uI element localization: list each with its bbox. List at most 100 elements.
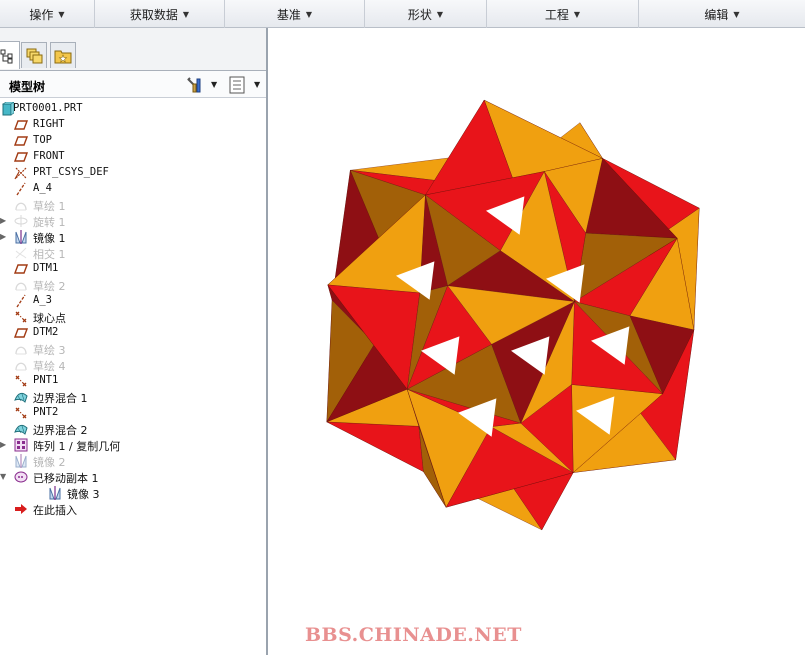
datum-axis-icon bbox=[16, 294, 26, 308]
tree-item-label: PNT1 bbox=[33, 374, 59, 386]
tree-item[interactable]: FRONT bbox=[0, 149, 260, 165]
tree-item[interactable]: DTM1 bbox=[0, 261, 260, 277]
tree-item-label: PRT_CSYS_DEF bbox=[33, 166, 109, 178]
tree-item-label: 草绘 3 bbox=[33, 344, 66, 357]
tree-item[interactable]: PNT2 bbox=[0, 405, 260, 421]
datum-plane-icon bbox=[14, 264, 28, 274]
tree-item-label: 球心点 bbox=[33, 312, 66, 325]
polyhedron-model[interactable] bbox=[270, 28, 805, 655]
datum-point-icon bbox=[15, 311, 27, 323]
tree-item[interactable]: 球心点 bbox=[0, 309, 260, 325]
tree-item-label: 阵列 1 / 复制几何 bbox=[33, 440, 121, 453]
tree-item-label: RIGHT bbox=[33, 118, 65, 130]
datum-plane-icon bbox=[14, 120, 28, 130]
chevron-down-icon: ▼ bbox=[733, 9, 740, 19]
tree-item[interactable]: 相交 1 bbox=[0, 245, 260, 261]
tree-item[interactable]: ▶ 旋转 1 bbox=[0, 213, 260, 229]
tree-item[interactable]: A_4 bbox=[0, 181, 260, 197]
model-facet bbox=[326, 421, 424, 472]
boundary-blend-icon bbox=[14, 392, 28, 403]
tab-layers[interactable] bbox=[21, 42, 47, 68]
datum-point-icon bbox=[15, 375, 27, 387]
tree-item[interactable]: 镜像 2 bbox=[0, 453, 260, 469]
chevron-down-icon[interactable]: ▼ bbox=[211, 80, 217, 89]
tab-favorites[interactable] bbox=[50, 42, 76, 68]
group-shapes-button[interactable]: 形状 ▼ bbox=[365, 0, 487, 28]
tree-item[interactable]: PRT_CSYS_DEF bbox=[0, 165, 260, 181]
chevron-down-icon: ▼ bbox=[305, 9, 313, 19]
chevron-down-icon[interactable]: ▼ bbox=[254, 80, 260, 89]
datum-plane-icon bbox=[14, 152, 28, 162]
sketch-icon bbox=[15, 346, 27, 355]
expand-arrow-icon[interactable]: ▶ bbox=[0, 232, 9, 241]
mirror-icon bbox=[15, 230, 27, 244]
tree-item[interactable]: 在此插入 bbox=[0, 501, 260, 517]
tree-item-label: PNT2 bbox=[33, 406, 59, 418]
tree-item-label: 相交 1 bbox=[33, 248, 66, 261]
tree-item[interactable]: RIGHT bbox=[0, 117, 260, 133]
tree-item[interactable]: 边界混合 1 bbox=[0, 389, 260, 405]
tree-item[interactable]: 边界混合 2 bbox=[0, 421, 260, 437]
tree-item-label: 已移动副本 1 bbox=[33, 472, 99, 485]
tree-item-label: PRT0001.PRT bbox=[13, 102, 83, 114]
tree-show-icon[interactable] bbox=[228, 76, 246, 94]
part-icon bbox=[2, 102, 14, 116]
pattern-icon bbox=[14, 438, 28, 452]
tree-item[interactable]: 草绘 1 bbox=[0, 197, 260, 213]
insert-here-arrow-icon bbox=[15, 504, 27, 514]
boundary-blend-icon bbox=[14, 424, 28, 435]
graphics-viewport[interactable] bbox=[270, 28, 805, 655]
tree-settings-icon[interactable] bbox=[185, 76, 203, 94]
tree-item[interactable]: ▶ 阵列 1 / 复制几何 bbox=[0, 437, 260, 453]
chevron-down-icon: ▼ bbox=[436, 9, 444, 19]
tree-item-label: 草绘 1 bbox=[33, 200, 66, 213]
chevron-down-icon: ▼ bbox=[58, 9, 65, 19]
tree-item[interactable]: ▼ 已移动副本 1 bbox=[0, 469, 260, 485]
ribbon-group-bar: 操作 ▼ 获取数据 ▼ 基准 ▼ 形状 ▼ 工程 ▼ 编辑 ▼ bbox=[0, 0, 805, 28]
tree-item-label: A_3 bbox=[33, 294, 52, 306]
tree-item-label: DTM1 bbox=[33, 262, 59, 274]
tree-item[interactable]: TOP bbox=[0, 133, 260, 149]
datum-plane-icon bbox=[14, 328, 28, 338]
datum-point-icon bbox=[15, 407, 27, 419]
group-editing-button[interactable]: 编辑 ▼ bbox=[639, 0, 805, 28]
tree-item-label: 在此插入 bbox=[33, 504, 77, 517]
tree-item-label: 边界混合 1 bbox=[33, 392, 88, 405]
tree-item[interactable]: 镜像 3 bbox=[0, 485, 260, 501]
tree-item[interactable]: DTM2 bbox=[0, 325, 260, 341]
tree-item[interactable]: ▶ 镜像 1 bbox=[0, 229, 260, 245]
tree-item-label: TOP bbox=[33, 134, 52, 146]
tab-model-tree[interactable] bbox=[0, 41, 20, 69]
datum-axis-icon bbox=[16, 182, 26, 196]
tree-item[interactable]: 草绘 3 bbox=[0, 341, 260, 357]
datum-plane-icon bbox=[14, 136, 28, 146]
navigator-panel: 模型树 ▼ ▼ PRT0001.PRT RIGHT TOP FRONT PRT_CSYS… bbox=[0, 28, 268, 655]
tree-item-label: 镜像 1 bbox=[33, 232, 66, 245]
group-datum-button[interactable]: 基准 ▼ bbox=[225, 0, 365, 28]
tree-item-label: DTM2 bbox=[33, 326, 59, 338]
tree-item[interactable]: PRT0001.PRT bbox=[0, 101, 260, 117]
mirror-icon bbox=[49, 486, 61, 500]
chevron-down-icon: ▼ bbox=[182, 9, 190, 19]
group-engineering-button[interactable]: 工程 ▼ bbox=[487, 0, 639, 28]
model-tree-header: 模型树 ▼ ▼ bbox=[0, 70, 266, 98]
group-get-data-button[interactable]: 获取数据 ▼ bbox=[95, 0, 225, 28]
group-operations-button[interactable]: 操作 ▼ bbox=[0, 0, 95, 28]
tree-item[interactable]: 草绘 4 bbox=[0, 357, 260, 373]
model-tree-tab-icon bbox=[0, 49, 13, 63]
tree-item-label: 边界混合 2 bbox=[33, 424, 88, 437]
watermark: BBS.CHINADE.NET bbox=[305, 624, 522, 646]
model-tree-title: 模型树 bbox=[9, 80, 46, 94]
tree-item[interactable]: A_3 bbox=[0, 293, 260, 309]
tree-item-label: 镜像 2 bbox=[33, 456, 66, 469]
collapse-arrow-icon[interactable]: ▼ bbox=[0, 472, 9, 481]
coordinate-system-icon bbox=[14, 167, 27, 180]
expand-arrow-icon[interactable]: ▶ bbox=[0, 216, 9, 225]
expand-arrow-icon[interactable]: ▶ bbox=[0, 440, 9, 449]
layers-tab-icon bbox=[26, 48, 43, 63]
tree-item[interactable]: 草绘 2 bbox=[0, 277, 260, 293]
mirror-icon bbox=[15, 454, 27, 468]
tree-item-label: 草绘 2 bbox=[33, 280, 66, 293]
tree-item[interactable]: PNT1 bbox=[0, 373, 260, 389]
tree-item-label: 镜像 3 bbox=[67, 488, 100, 501]
